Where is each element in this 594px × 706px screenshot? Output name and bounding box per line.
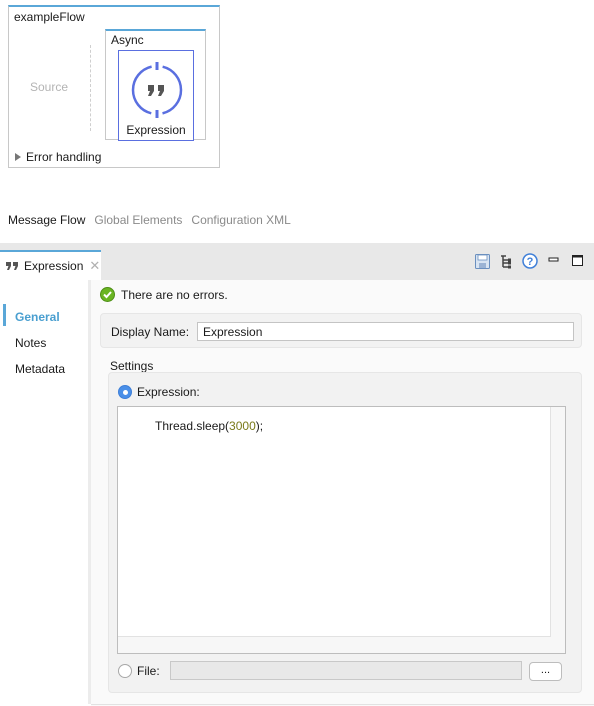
error-handling-toggle[interactable]: Error handling [15,150,101,164]
active-nav-indicator [3,304,6,326]
properties-view-body: General Notes Metadata There are no erro… [0,280,594,706]
expression-radio-label: Expression: [137,385,200,399]
async-scope[interactable]: Async Expression [105,29,206,141]
tab-configuration-xml[interactable]: Configuration XML [191,213,290,227]
quote-icon [131,62,183,118]
save-icon[interactable] [474,253,490,269]
status-message: There are no errors. [100,287,228,302]
error-handling-label: Error handling [26,150,102,164]
tab-global-elements[interactable]: Global Elements [94,213,182,227]
status-text: There are no errors. [121,287,228,302]
code-text: Thread.sleep( [155,419,230,433]
svg-text:?: ? [527,256,534,268]
general-panel: There are no errors. Display Name: Setti… [91,280,594,706]
flow-title: exampleFlow [14,10,85,24]
view-toolbar: ? [474,253,586,269]
source-divider [90,45,91,131]
minimize-icon[interactable] [546,253,562,269]
tab-message-flow[interactable]: Message Flow [8,213,85,227]
source-drop-zone[interactable]: Source [30,80,68,94]
bottom-divider [91,704,594,705]
file-path-input[interactable] [170,661,522,680]
expression-radio[interactable] [118,385,132,399]
quote-icon [6,262,18,270]
browse-button[interactable]: ... [529,662,562,681]
expression-editor-frame: Thread.sleep(3000); [117,406,566,654]
help-icon[interactable]: ? [522,253,538,269]
settings-label: Settings [110,359,154,373]
properties-view-header: Expression ✕ ? [0,243,594,280]
expression-node[interactable]: Expression [118,50,194,141]
editor-tabs: Message Flow Global Elements Configurati… [8,213,291,227]
code-number: 3000 [229,419,256,433]
file-radio[interactable] [118,664,132,678]
properties-tab-expression[interactable]: Expression ✕ [0,250,101,280]
expand-triangle-icon [15,153,21,161]
settings-group: Expression: Thread.sleep(3000); File: ..… [108,372,582,693]
close-icon[interactable]: ✕ [89,258,100,274]
async-scope-title: Async [111,33,144,47]
nav-metadata[interactable]: Metadata [15,362,65,376]
nav-general[interactable]: General [15,310,60,324]
display-name-label: Display Name: [111,325,190,339]
maximize-icon[interactable] [570,253,586,269]
tree-icon[interactable] [498,253,514,269]
check-circle-icon [100,287,115,302]
expression-radio-option[interactable]: Expression: [118,385,200,399]
flow-container[interactable]: exampleFlow Source Async Expression Erro… [8,5,220,168]
expression-node-label: Expression [126,123,186,137]
display-name-input[interactable] [197,322,574,341]
file-radio-label: File: [137,664,160,678]
properties-tab-label: Expression [24,259,84,273]
code-text-end: ); [255,419,264,433]
file-radio-option[interactable]: File: [118,664,160,678]
expression-editor[interactable]: Thread.sleep(3000); [118,407,551,637]
side-nav: General Notes Metadata [0,280,88,706]
display-name-group: Display Name: [100,313,582,348]
nav-notes[interactable]: Notes [15,336,46,350]
